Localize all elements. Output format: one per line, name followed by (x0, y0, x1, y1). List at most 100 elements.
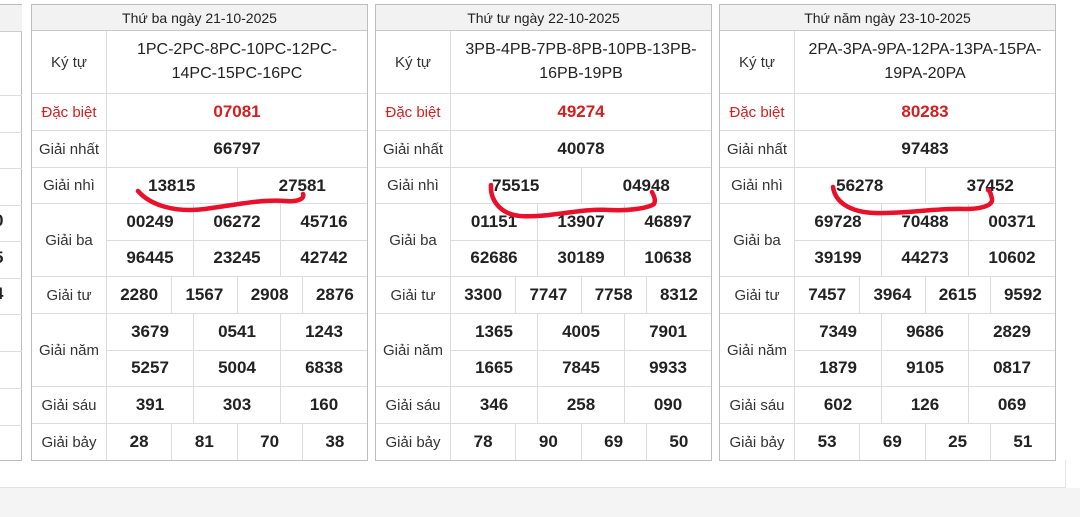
prize-number: 090 (624, 387, 711, 423)
prize-row-g6: Giải sáu 391 303 160 (32, 387, 367, 424)
prize-label: Giải sáu (376, 387, 451, 423)
prize-number: 1243 (280, 314, 367, 350)
prize-number: 0541 (193, 314, 280, 350)
prize-number: 01151 (470, 211, 518, 231)
prize-values: 69728 70488 00371 39199 44273 10602 (795, 204, 1055, 276)
ticket-series-code: 2PA-3PA-9PA-12PA-13PA-15PA-19PA-20PA (808, 41, 1042, 82)
prize-label: Đặc biệt (376, 94, 451, 130)
prize-label: Giải ba (32, 204, 107, 276)
ticket-series-code: 3PB-4PB-7PB-8PB-10PB-13PB-16PB-19PB (465, 41, 697, 82)
prize-number: 75515 (492, 175, 540, 195)
prize-label: Giải năm (32, 314, 107, 386)
prize-row-g5: Giải năm 7349 9686 2829 1879 9105 0817 (720, 314, 1055, 387)
prize-row-g3: Giải ba 69728 70488 00371 39199 44273 10602 (720, 204, 1055, 277)
prize-number: 10638 (624, 240, 711, 276)
prize-number: 9933 (624, 350, 711, 386)
prize-label: Giải năm (720, 314, 795, 386)
prize-label: Ký tự (32, 31, 107, 93)
prize-number: 00371 (968, 204, 1055, 240)
partial-header (0, 5, 22, 32)
prize-number: 391 (135, 395, 165, 414)
prize-number: 3679 (131, 321, 169, 341)
prize-label: Giải nhất (32, 131, 107, 167)
prize-number: 78 (473, 432, 493, 451)
prize-number: 00249 (126, 211, 174, 231)
prize-label: Giải bảy (720, 424, 795, 460)
prize-number: 3300 (464, 285, 503, 304)
prize-row-g2: Giải nhì 56278 37452 (720, 168, 1055, 204)
prize-values: 7457 3964 2615 9592 (795, 277, 1055, 313)
prize-number: 5257 (131, 358, 169, 378)
prize-number: 69728 (814, 211, 862, 231)
prize-number: 7457 (808, 285, 847, 304)
prize-row-g6: Giải sáu 602 126 069 (720, 387, 1055, 424)
prize-number: 30189 (537, 240, 624, 276)
prize-number: 42742 (280, 240, 367, 276)
prize-number: 40078 (557, 139, 605, 158)
partial-digit: 4 (0, 284, 14, 304)
prize-row-g4: Giải tư 3300 7747 7758 8312 (376, 277, 711, 314)
prize-label: Giải nhất (720, 131, 795, 167)
prize-number: 9686 (881, 314, 968, 350)
prize-row-g1: Giải nhất 66797 (32, 131, 367, 168)
prize-number: 96445 (126, 248, 174, 268)
prize-number: 7845 (537, 350, 624, 386)
prize-number: 13907 (537, 204, 624, 240)
prize-values: 346 258 090 (451, 387, 711, 423)
prize-number: 303 (193, 387, 280, 423)
special-prize-number: 49274 (557, 102, 605, 121)
prize-number: 04948 (580, 168, 712, 203)
lottery-ticket: Thứ ba ngày 21-10-2025 Ký tự 1PC-2PC-8PC-1… (31, 4, 368, 461)
prize-number: 7747 (515, 277, 580, 313)
prize-label: Giải tư (720, 277, 795, 313)
prize-number: 46897 (624, 204, 711, 240)
ticket-date-header: Thứ năm ngày 23-10-2025 (720, 5, 1055, 31)
prize-number: 1567 (171, 277, 236, 313)
prize-number: 25 (924, 424, 990, 460)
prize-values: 28 81 70 38 (107, 424, 367, 460)
prize-number: 8312 (645, 277, 711, 313)
prize-values: 66797 (107, 131, 367, 167)
prize-values: 3300 7747 7758 8312 (451, 277, 711, 313)
prize-row-g6: Giải sáu 346 258 090 (376, 387, 711, 424)
prize-row-g5: Giải năm 3679 0541 1243 5257 5004 6838 (32, 314, 367, 387)
special-prize-number: 80283 (901, 102, 949, 121)
prize-row-g1: Giải nhất 97483 (720, 131, 1055, 168)
partial-digit: 5 (0, 248, 14, 268)
prize-label: Giải ba (376, 204, 451, 276)
prize-number: 10602 (968, 240, 1055, 276)
prize-row-g5: Giải năm 1365 4005 7901 1665 7845 9933 (376, 314, 711, 387)
prize-number: 13815 (148, 175, 196, 195)
prize-label: Giải bảy (376, 424, 451, 460)
prize-number: 9592 (989, 277, 1055, 313)
prize-values: 1PC-2PC-8PC-10PC-12PC-14PC-15PC-16PC (107, 31, 367, 93)
prize-number: 56278 (836, 175, 884, 195)
prize-number: 1665 (475, 358, 513, 378)
prize-row-g2: Giải nhì 75515 04948 (376, 168, 711, 204)
prize-number: 06272 (193, 204, 280, 240)
prize-label: Ký tự (720, 31, 795, 93)
prize-values: 2PA-3PA-9PA-12PA-13PA-15PA-19PA-20PA (795, 31, 1055, 93)
prize-row-kytu: Ký tự 2PA-3PA-9PA-12PA-13PA-15PA-19PA-20P… (720, 31, 1055, 94)
prize-number: 90 (515, 424, 580, 460)
prize-label: Giải nhất (376, 131, 451, 167)
prize-label: Giải sáu (720, 387, 795, 423)
page-panel (0, 460, 1066, 488)
previous-ticket-partial: 0 5 4 (0, 4, 22, 461)
prize-label: Giải tư (376, 277, 451, 313)
prize-number: 2876 (301, 277, 367, 313)
prize-values: 53 69 25 51 (795, 424, 1055, 460)
prize-number: 70488 (881, 204, 968, 240)
prize-values: 97483 (795, 131, 1055, 167)
prize-number: 1365 (475, 321, 513, 341)
prize-number: 2908 (236, 277, 302, 313)
prize-number: 069 (968, 387, 1055, 423)
prize-number: 5004 (193, 350, 280, 386)
prize-row-g2: Giải nhì 13815 27581 (32, 168, 367, 204)
prize-row-db: Đặc biệt 49274 (376, 94, 711, 131)
prize-number: 126 (881, 387, 968, 423)
prize-row-db: Đặc biệt 07081 (32, 94, 367, 131)
prize-values: 75515 04948 (451, 168, 711, 203)
prize-number: 62686 (470, 248, 518, 268)
prize-label: Đặc biệt (720, 94, 795, 130)
